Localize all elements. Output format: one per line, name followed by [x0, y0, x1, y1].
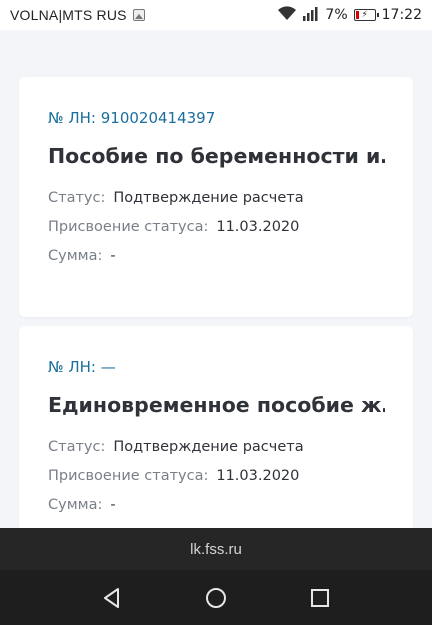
sum-row: Сумма: - [48, 495, 385, 524]
home-button[interactable] [196, 578, 236, 618]
ln-number: № ЛН: — [48, 358, 116, 376]
benefit-card[interactable]: № ЛН: 910020414397 Пособие по беременнос… [19, 77, 413, 317]
sum-value: - [110, 497, 116, 513]
wifi-icon [277, 5, 297, 25]
status-value: Подтверждение расчета [113, 190, 304, 206]
sum-row: Сумма: - [48, 246, 385, 275]
assign-date-value: 11.03.2020 [216, 468, 300, 484]
status-label: Статус: [48, 190, 106, 206]
ln-number: № ЛН: 910020414397 [48, 109, 216, 127]
back-icon [104, 587, 119, 608]
card-details: Статус: Подтверждение расчета Присвоение… [48, 188, 385, 275]
carrier-name: VOLNA|MTS RUS [10, 7, 127, 23]
browser-url-bar[interactable]: lk.fss.ru [0, 528, 432, 570]
sum-value: - [110, 248, 116, 264]
recents-icon [311, 588, 329, 607]
back-button[interactable] [92, 578, 132, 618]
assign-date-label: Присвоение статуса: [48, 219, 209, 235]
status-row: Статус: Подтверждение расчета [48, 437, 385, 466]
battery-charging-icon: ⚡ [353, 9, 379, 21]
sum-label: Сумма: [48, 497, 103, 513]
card-title: Пособие по беременности и… [48, 144, 385, 168]
card-details: Статус: Подтверждение расчета Присвоение… [48, 437, 385, 524]
signal-icon [303, 6, 319, 25]
status-row: Статус: Подтверждение расчета [48, 188, 385, 217]
url-text[interactable]: lk.fss.ru [190, 541, 242, 558]
status-bar-left: VOLNA|MTS RUS [10, 7, 145, 23]
benefit-card[interactable]: № ЛН: — Единовременное пособие ж… Статус… [19, 326, 413, 528]
status-label: Статус: [48, 439, 106, 455]
assign-date-value: 11.03.2020 [216, 219, 300, 235]
android-nav-bar [0, 570, 432, 625]
sum-label: Сумма: [48, 248, 103, 264]
card-title: Единовременное пособие ж… [48, 393, 385, 417]
status-bar-right: 7% ⚡ 17:22 [277, 5, 422, 25]
home-icon [206, 587, 226, 608]
assign-date-row: Присвоение статуса: 11.03.2020 [48, 466, 385, 495]
assign-date-row: Присвоение статуса: 11.03.2020 [48, 217, 385, 246]
status-bar: VOLNA|MTS RUS 7% ⚡ 17:22 [0, 0, 432, 30]
recents-button[interactable] [300, 578, 340, 618]
image-icon [132, 9, 145, 21]
page-content[interactable]: № ЛН: 910020414397 Пособие по беременнос… [0, 30, 432, 528]
status-value: Подтверждение расчета [113, 439, 304, 455]
clock: 17:22 [381, 7, 422, 23]
battery-percent: 7% [325, 7, 348, 23]
assign-date-label: Присвоение статуса: [48, 468, 209, 484]
